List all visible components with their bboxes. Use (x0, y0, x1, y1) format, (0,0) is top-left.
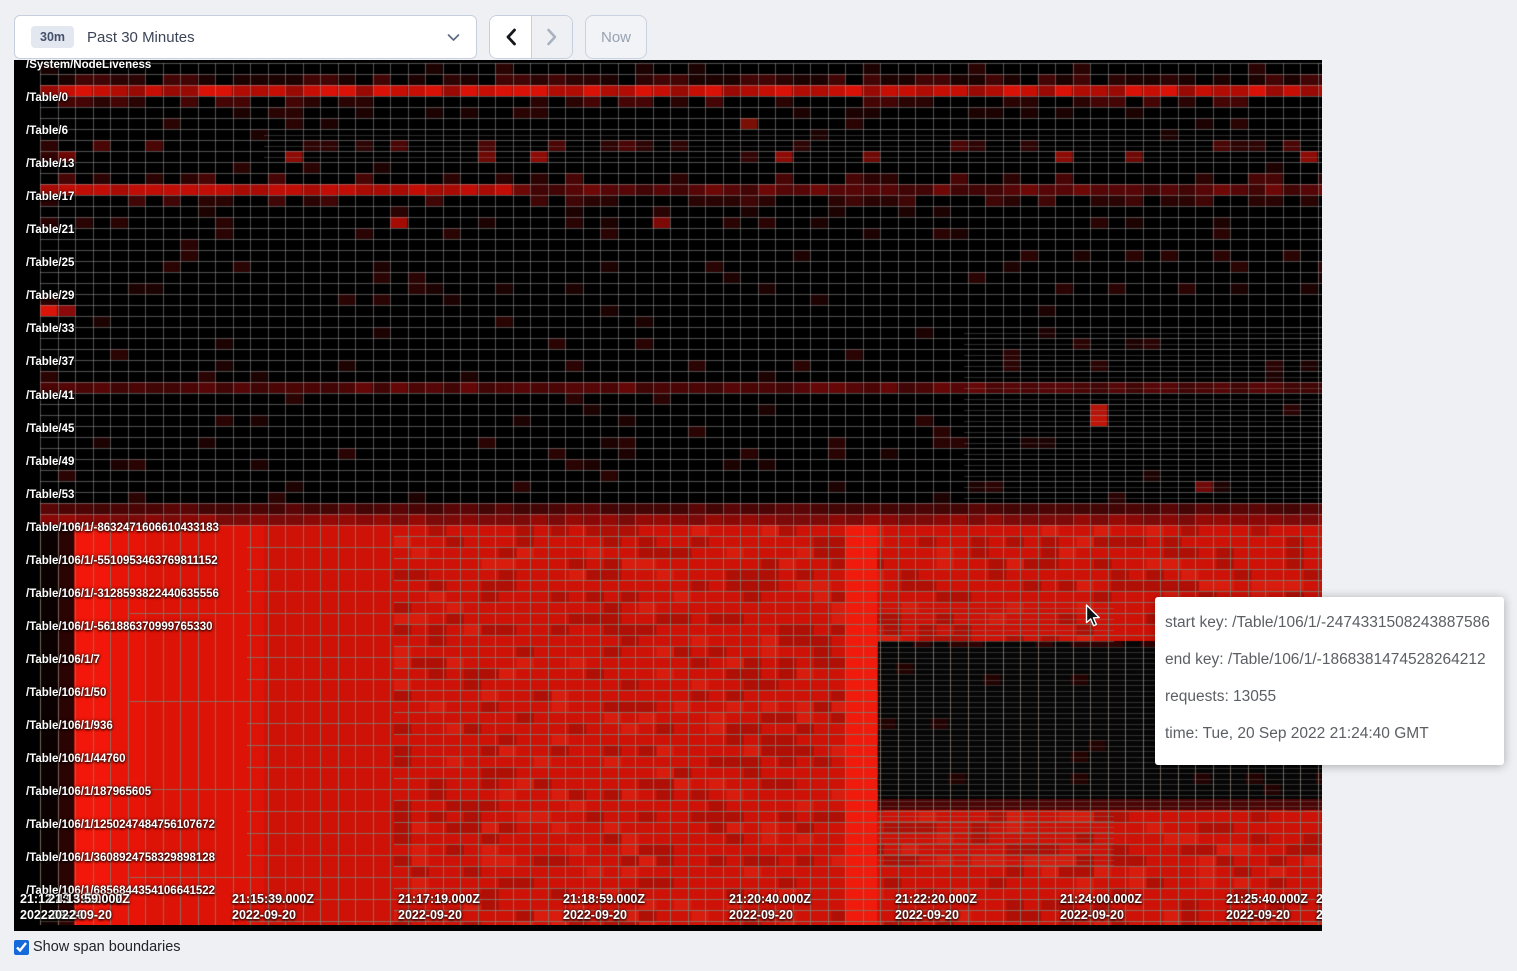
time-nav-button-group (489, 15, 573, 59)
show-span-boundaries-label: Show span boundaries (33, 939, 181, 955)
tooltip-start-key: start key: /Table/106/1/-247433150824388… (1165, 610, 1494, 635)
time-range-badge: 30m (31, 26, 74, 48)
chevron-right-icon (546, 28, 558, 46)
chevron-left-icon (505, 28, 517, 46)
tooltip-requests: requests: 13055 (1165, 684, 1494, 709)
time-range-label: Past 30 Minutes (87, 29, 447, 46)
next-time-button[interactable] (531, 16, 572, 58)
key-visualizer-page: { "toolbar": { "time_badge": "30m", "tim… (0, 0, 1517, 971)
tooltip-end-key: end key: /Table/106/1/-18683814745282642… (1165, 647, 1494, 672)
show-span-boundaries-checkbox[interactable] (14, 940, 29, 955)
now-button[interactable]: Now (585, 15, 647, 59)
chevron-down-icon (447, 33, 460, 42)
tooltip-time: time: Tue, 20 Sep 2022 21:24:40 GMT (1165, 721, 1494, 746)
show-span-boundaries-control: Show span boundaries (14, 939, 181, 955)
key-visualizer-canvas[interactable] (14, 60, 1322, 925)
time-range-dropdown[interactable]: 30m Past 30 Minutes (14, 15, 477, 59)
prev-time-button[interactable] (490, 16, 531, 58)
heatmap-panel: /System/NodeLiveness/Table/0/Table/6/Tab… (14, 60, 1322, 931)
cell-tooltip: start key: /Table/106/1/-247433150824388… (1155, 597, 1504, 765)
